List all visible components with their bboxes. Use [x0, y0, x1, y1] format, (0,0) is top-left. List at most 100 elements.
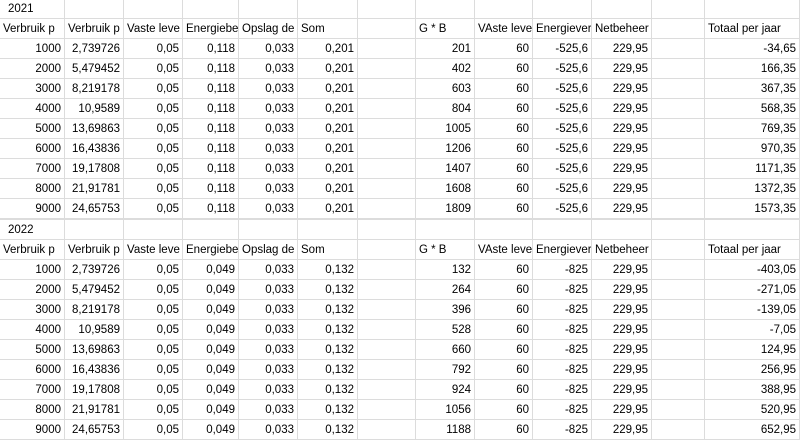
table-cell[interactable]: 1056 [416, 400, 475, 420]
table-cell[interactable]: 0,049 [183, 280, 239, 300]
table-cell[interactable]: 124,95 [705, 340, 800, 360]
table-cell[interactable]: 0,033 [239, 39, 298, 59]
table-cell[interactable]: 0,033 [239, 99, 298, 119]
table-cell[interactable]: 0,033 [239, 340, 298, 360]
sheet-cell[interactable] [358, 0, 416, 19]
table-cell[interactable]: 13,69863 [65, 340, 124, 360]
table-cell[interactable]: 0,049 [183, 300, 239, 320]
sheet-cell[interactable] [298, 200, 358, 220]
table-cell[interactable]: 1206 [416, 139, 475, 159]
column-header[interactable] [652, 19, 705, 39]
table-cell[interactable]: 0,05 [124, 400, 183, 420]
sheet-cell[interactable] [298, 220, 358, 240]
sheet-cell[interactable] [705, 0, 800, 19]
table-cell[interactable]: 0,05 [124, 99, 183, 119]
table-cell[interactable]: 229,95 [592, 280, 652, 300]
table-cell[interactable]: -825 [533, 320, 592, 340]
table-cell[interactable] [358, 340, 416, 360]
table-cell[interactable]: 24,65753 [65, 420, 124, 440]
table-cell[interactable] [652, 320, 705, 340]
table-cell[interactable]: 166,35 [705, 59, 800, 79]
table-cell[interactable] [358, 159, 416, 179]
table-cell[interactable] [358, 260, 416, 280]
column-header[interactable]: Opslag de [239, 19, 298, 39]
table-cell[interactable]: 60 [475, 340, 533, 360]
table-cell[interactable]: 0,118 [183, 39, 239, 59]
sheet-cell[interactable] [416, 220, 475, 240]
table-cell[interactable]: 60 [475, 260, 533, 280]
table-cell[interactable]: 1005 [416, 119, 475, 139]
sheet-cell[interactable] [239, 220, 298, 240]
table-cell[interactable]: 0,033 [239, 179, 298, 199]
table-cell[interactable]: -525,6 [533, 99, 592, 119]
table-cell[interactable]: 229,95 [592, 300, 652, 320]
table-cell[interactable]: 0,049 [183, 320, 239, 340]
sheet-cell[interactable] [65, 220, 124, 240]
table-cell[interactable]: 229,95 [592, 320, 652, 340]
table-cell[interactable] [358, 39, 416, 59]
table-cell[interactable]: 0,033 [239, 59, 298, 79]
table-cell[interactable]: 804 [416, 99, 475, 119]
table-cell[interactable]: 256,95 [705, 360, 800, 380]
column-header[interactable]: VAste leve [475, 19, 533, 39]
table-cell[interactable]: 769,35 [705, 119, 800, 139]
sheet-cell[interactable] [183, 220, 239, 240]
table-cell[interactable]: 1188 [416, 420, 475, 440]
table-cell[interactable]: 0,118 [183, 119, 239, 139]
table-cell[interactable]: 229,95 [592, 99, 652, 119]
column-header[interactable]: Verbruik p [65, 240, 124, 260]
table-cell[interactable]: 1171,35 [705, 159, 800, 179]
table-cell[interactable]: 0,033 [239, 300, 298, 320]
table-cell[interactable]: 1407 [416, 159, 475, 179]
table-cell[interactable] [652, 260, 705, 280]
table-cell[interactable]: 0,132 [298, 260, 358, 280]
sheet-cell[interactable] [652, 220, 705, 240]
table-cell[interactable]: 229,95 [592, 420, 652, 440]
table-cell[interactable]: 60 [475, 380, 533, 400]
table-cell[interactable]: 13,69863 [65, 119, 124, 139]
table-cell[interactable]: 229,95 [592, 139, 652, 159]
sheet-cell[interactable] [124, 220, 183, 240]
sheet-cell[interactable] [475, 0, 533, 19]
table-cell[interactable]: 2000 [0, 59, 65, 79]
table-cell[interactable] [652, 340, 705, 360]
sheet-cell[interactable] [416, 0, 475, 19]
table-cell[interactable]: 0,201 [298, 119, 358, 139]
table-cell[interactable]: 0,05 [124, 360, 183, 380]
column-header[interactable] [652, 240, 705, 260]
table-cell[interactable]: 0,033 [239, 260, 298, 280]
table-cell[interactable]: 229,95 [592, 260, 652, 280]
table-cell[interactable]: 60 [475, 99, 533, 119]
sheet-cell[interactable] [652, 0, 705, 19]
table-cell[interactable]: -525,6 [533, 159, 592, 179]
table-cell[interactable]: 0,049 [183, 380, 239, 400]
table-cell[interactable]: 792 [416, 360, 475, 380]
sheet-cell[interactable] [183, 200, 239, 220]
table-cell[interactable]: -525,6 [533, 79, 592, 99]
sheet-cell[interactable] [124, 200, 183, 220]
table-cell[interactable]: 0,05 [124, 159, 183, 179]
table-cell[interactable]: -825 [533, 380, 592, 400]
table-cell[interactable]: 3000 [0, 300, 65, 320]
table-cell[interactable] [358, 420, 416, 440]
table-cell[interactable]: 60 [475, 139, 533, 159]
table-cell[interactable]: -139,05 [705, 300, 800, 320]
table-cell[interactable] [358, 280, 416, 300]
table-cell[interactable]: 0,201 [298, 79, 358, 99]
sheet-cell[interactable] [124, 0, 183, 19]
column-header[interactable] [358, 240, 416, 260]
sheet-cell[interactable] [298, 0, 358, 19]
table-cell[interactable]: 229,95 [592, 360, 652, 380]
table-cell[interactable]: 5000 [0, 340, 65, 360]
sheet-cell[interactable] [592, 200, 652, 220]
table-cell[interactable]: 0,05 [124, 380, 183, 400]
table-cell[interactable]: 0,118 [183, 99, 239, 119]
sheet-cell[interactable] [358, 200, 416, 220]
table-cell[interactable]: 0,049 [183, 420, 239, 440]
table-cell[interactable]: 396 [416, 300, 475, 320]
sheet-cell[interactable] [592, 0, 652, 19]
table-cell[interactable]: 0,132 [298, 340, 358, 360]
table-cell[interactable]: 21,91781 [65, 400, 124, 420]
sheet-cell[interactable] [416, 200, 475, 220]
table-cell[interactable]: 229,95 [592, 400, 652, 420]
